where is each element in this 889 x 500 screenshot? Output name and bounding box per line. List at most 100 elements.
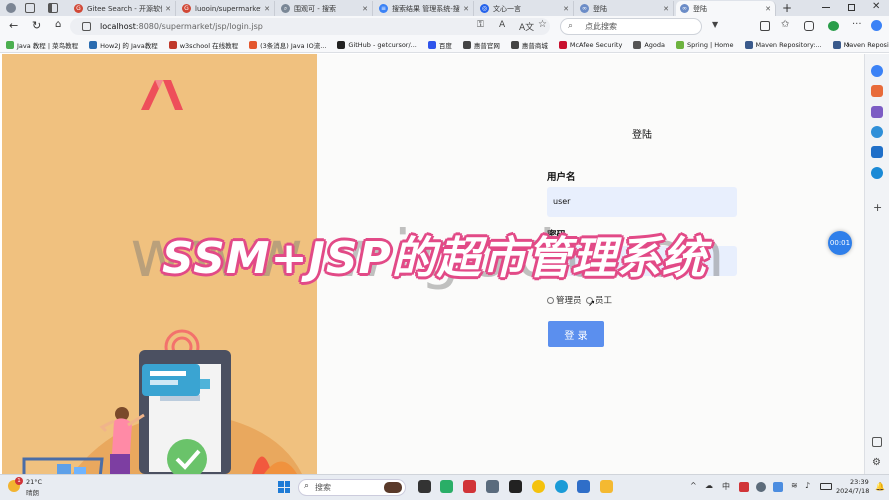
- sidebar-outlook-icon[interactable]: [871, 146, 883, 158]
- browser-tab[interactable]: ∞ 登陆 ✕: [576, 1, 674, 16]
- sidebar-send-icon[interactable]: [871, 167, 883, 179]
- sidebar-tools-icon[interactable]: [871, 106, 883, 118]
- toolbar-search-input[interactable]: 点此搜索: [560, 18, 702, 35]
- extension-icon[interactable]: [828, 21, 839, 31]
- sidebar-layout-icon[interactable]: [872, 437, 882, 447]
- workspaces-icon[interactable]: [25, 3, 35, 13]
- start-logo-square: [284, 481, 290, 487]
- start-button[interactable]: [278, 481, 290, 493]
- tab-close-icon[interactable]: ✕: [765, 5, 771, 13]
- wps-icon[interactable]: [463, 480, 476, 493]
- taskbar-search-icon: ⌕: [304, 481, 310, 491]
- tab-title: 登陆: [693, 4, 707, 13]
- wifi-icon[interactable]: ≋: [791, 481, 798, 490]
- bookmark-item[interactable]: McAfee Security: [558, 40, 622, 49]
- sidebar-shopping-icon[interactable]: [871, 85, 883, 97]
- bookmark-item[interactable]: (3条消息) Java IO流...: [249, 40, 326, 50]
- reload-icon[interactable]: ↻: [32, 19, 41, 32]
- browser-tab[interactable]: G Gitee Search - 开源软件 ·✕: [70, 1, 176, 16]
- tab-close-icon[interactable]: ✕: [463, 5, 469, 13]
- bookmark-item[interactable]: How2J 的 Java教程: [89, 40, 158, 50]
- read-aloud-icon[interactable]: A: [499, 20, 505, 30]
- site-info-icon[interactable]: [82, 22, 91, 31]
- sidebar-add-icon[interactable]: +: [873, 201, 882, 214]
- edge-icon[interactable]: [555, 480, 568, 493]
- file-explorer-icon[interactable]: [600, 480, 613, 493]
- weather-temp[interactable]: 21°C: [26, 478, 42, 486]
- tab-favicon-icon: ⌕: [281, 4, 290, 13]
- more-bookmarks-icon[interactable]: ›: [846, 38, 850, 51]
- bookmark-item[interactable]: GitHub - getcursor/...: [337, 40, 417, 49]
- bookmark-item[interactable]: Spring | Home: [676, 40, 734, 49]
- role-admin-radio[interactable]: 管理员: [547, 294, 582, 306]
- tray-ime-icon[interactable]: 中: [722, 481, 730, 492]
- favorites-icon[interactable]: ✩: [781, 19, 789, 30]
- copilot-icon[interactable]: [871, 20, 882, 31]
- search-highlight-icon[interactable]: [384, 482, 402, 493]
- sidebar-settings-icon[interactable]: ⚙: [872, 457, 881, 468]
- tab-close-icon[interactable]: ✕: [563, 5, 569, 13]
- tab-close-icon[interactable]: ✕: [165, 5, 171, 13]
- tray-app-icon[interactable]: [739, 482, 749, 492]
- browser-tab[interactable]: ◎ 文心一言 ✕: [476, 1, 574, 16]
- new-tab-button[interactable]: +: [782, 1, 792, 15]
- bookmark-favicon-icon: [89, 40, 98, 49]
- translate-icon[interactable]: A文: [519, 20, 534, 33]
- sidebar-office-icon[interactable]: [871, 126, 883, 138]
- notification-icon[interactable]: 🔔: [875, 482, 885, 491]
- tray-vpn-icon[interactable]: [773, 482, 783, 492]
- tab-actions-icon[interactable]: [48, 3, 58, 13]
- bookmark-item[interactable]: 惠普商城: [510, 40, 548, 50]
- tab-close-icon[interactable]: ✕: [663, 5, 669, 13]
- app-icon[interactable]: [486, 480, 499, 493]
- battery-icon[interactable]: [820, 483, 832, 490]
- clock-date[interactable]: 2024/7/18: [836, 487, 869, 495]
- browser-tab[interactable]: ⌕ 围观可 - 搜索 ✕: [277, 1, 373, 16]
- close-window-icon[interactable]: ✕: [872, 1, 880, 12]
- volume-icon[interactable]: ♪: [805, 481, 810, 490]
- dropdown-icon[interactable]: ▼: [712, 20, 718, 29]
- terminal-icon[interactable]: [509, 480, 522, 493]
- task-view-icon[interactable]: [418, 480, 431, 493]
- bookmark-label: Maven Repository:...: [843, 40, 889, 49]
- key-icon[interactable]: ⚿: [477, 20, 484, 30]
- login-button[interactable]: 登 录: [548, 321, 604, 347]
- username-input[interactable]: user: [547, 187, 737, 217]
- bookmark-item[interactable]: 百度: [427, 40, 452, 50]
- tab-close-icon[interactable]: ✕: [362, 5, 368, 13]
- tab-favicon-icon: ◎: [480, 4, 489, 13]
- back-icon[interactable]: ←: [9, 19, 18, 32]
- tray-app-icon[interactable]: [756, 482, 766, 492]
- bookmark-item[interactable]: Maven Repository:...: [744, 40, 822, 49]
- tray-arrow-icon[interactable]: ^: [690, 481, 697, 490]
- recording-timer[interactable]: 00:01: [828, 231, 852, 255]
- browser-tab[interactable]: Gluooin/supermarket - 超✕: [178, 1, 275, 16]
- favorite-star-icon[interactable]: ☆: [538, 19, 547, 30]
- profile-icon[interactable]: [6, 3, 16, 13]
- more-menu-icon[interactable]: ···: [852, 19, 862, 30]
- powerpoint-icon[interactable]: [577, 480, 590, 493]
- collections-icon[interactable]: [804, 21, 814, 31]
- sidebar-search-icon[interactable]: [871, 65, 883, 77]
- bookmark-label: w3school 在线教程: [179, 41, 239, 50]
- clock-time[interactable]: 23:39: [850, 478, 869, 486]
- browser-tab[interactable]: ∞ 登陆 ✕: [676, 1, 776, 16]
- bookmark-item[interactable]: Java 教程 | 菜鸟教程: [6, 40, 78, 50]
- start-logo-square: [278, 481, 284, 487]
- bookmark-item[interactable]: Agoda: [633, 40, 665, 49]
- radio-circle[interactable]: [547, 296, 554, 304]
- bookmark-item[interactable]: Maven Repository:...: [832, 40, 889, 49]
- wechat-icon[interactable]: [440, 480, 453, 493]
- chrome-icon[interactable]: [532, 480, 545, 493]
- bookmark-item[interactable]: 惠普官网: [462, 40, 500, 50]
- browser-tab[interactable]: ≡ 搜索结果 管理系统-搜原 ✕: [375, 1, 474, 16]
- tab-favicon-icon: ∞: [580, 4, 589, 13]
- minimize-icon[interactable]: [822, 7, 830, 8]
- restore-icon[interactable]: [848, 4, 855, 11]
- home-icon[interactable]: ⌂: [55, 19, 61, 30]
- tab-title: 文心一言: [493, 4, 521, 13]
- split-screen-icon[interactable]: [760, 21, 770, 31]
- bookmark-item[interactable]: w3school 在线教程: [168, 40, 239, 50]
- tray-cloud-icon[interactable]: ☁: [705, 481, 713, 490]
- tab-close-icon[interactable]: ✕: [264, 5, 270, 13]
